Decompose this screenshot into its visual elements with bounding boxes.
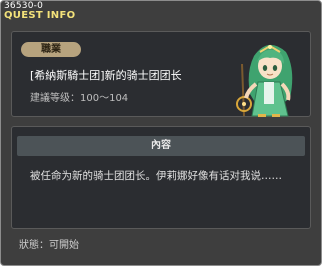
quest-content-panel: 內容 被任命为新的骑士团团长。伊莉娜好像有话对我说…… <box>11 126 311 229</box>
content-body: 被任命为新的骑士团团长。伊莉娜好像有话对我说…… <box>30 170 282 182</box>
quest-summary-panel: 職業 [希納斯騎士团]新的骑士团团长 建議等级：100～104 <box>11 31 311 117</box>
quest-name: [希納斯騎士团]新的骑士团团长 <box>30 69 182 82</box>
quest-status: 狀態：可開始 <box>19 240 79 251</box>
window-title: QUEST INFO <box>4 10 76 21</box>
recommended-level: 建議等级：100～104 <box>30 93 129 104</box>
content-header: 內容 <box>17 136 305 156</box>
role-badge: 職業 <box>21 42 81 57</box>
npc-portrait-icon <box>236 44 293 117</box>
quest-info-window: 36530-0 QUEST INFO 職業 [希納斯騎士团]新的骑士团团长 建議… <box>0 0 322 266</box>
